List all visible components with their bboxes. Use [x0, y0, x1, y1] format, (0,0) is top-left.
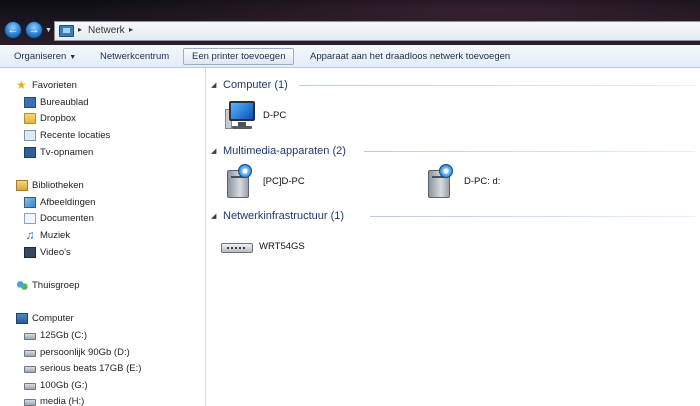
documents-icon — [24, 213, 36, 224]
device-label: D-PC — [263, 110, 287, 121]
media-device-icon — [426, 164, 456, 200]
breadcrumb-separator-icon[interactable]: ▸ — [78, 25, 82, 34]
libraries-icon — [16, 180, 28, 191]
recent-places-icon — [24, 130, 36, 141]
router-icon — [221, 240, 253, 254]
organize-button[interactable]: Organiseren ▼ — [6, 48, 84, 65]
recent-pages-dropdown-icon[interactable]: ▼ — [45, 26, 54, 35]
collapse-group-icon[interactable]: ◢ — [211, 212, 220, 221]
media-device-icon — [225, 164, 255, 200]
sidebar-item-label: Afbeeldingen — [40, 197, 96, 208]
sidebar-item-label: persoonlijk 90Gb (D:) — [40, 347, 130, 358]
hard-drive-icon — [24, 383, 36, 390]
sidebar-item-label: media (H:) — [40, 396, 85, 406]
group-divider — [299, 85, 695, 86]
sidebar-item-label: 125Gb (C:) — [40, 330, 87, 341]
device-tile-media-2[interactable]: D-PC: d: — [422, 163, 622, 203]
folder-icon — [24, 113, 36, 124]
content-pane: ◢ Computer (1) D-PC ◢ Multimedia-apparat… — [207, 68, 700, 406]
sidebar-item-label: Tv-opnamen — [40, 147, 94, 158]
sidebar-item-label: Thuisgroep — [32, 280, 80, 291]
device-label: D-PC: d: — [464, 176, 501, 187]
sidebar-item-label: serious beats 17GB (E:) — [40, 363, 142, 374]
navigation-pane: ★ Favorieten Bureaublad Dropbox Recente … — [0, 68, 206, 406]
sidebar-item-label: Recente locaties — [40, 130, 111, 141]
breadcrumb-network[interactable]: Netwerk — [88, 25, 125, 36]
add-wireless-device-button[interactable]: Apparaat aan het draadloos netwerk toevo… — [302, 48, 518, 65]
sidebar-item-label: Muziek — [40, 230, 71, 241]
network-center-button[interactable]: Netwerkcentrum — [92, 48, 177, 65]
device-tile-d-pc[interactable]: D-PC — [221, 97, 421, 137]
sidebar-item-label: Bibliotheken — [32, 180, 84, 191]
group-header-computer[interactable]: Computer (1) — [223, 77, 288, 93]
forward-button[interactable]: → — [25, 21, 43, 39]
pictures-icon — [24, 197, 36, 208]
group-header-infrastructure[interactable]: Netwerkinfrastructuur (1) — [223, 208, 344, 224]
address-bar[interactable]: ▸ Netwerk ▸ — [54, 21, 700, 41]
music-icon: ♫ — [25, 228, 35, 242]
sidebar-item-label: Documenten — [40, 213, 94, 224]
sidebar-item-label: Video's — [40, 247, 71, 258]
hard-drive-icon — [24, 333, 36, 340]
collapse-group-icon[interactable]: ◢ — [211, 81, 220, 90]
homegroup-icon — [16, 280, 28, 291]
chevron-down-icon: ▼ — [69, 54, 77, 61]
title-bar: ← → ▼ ▸ Netwerk ▸ — [0, 0, 700, 45]
device-label: WRT54GS — [259, 241, 305, 252]
device-tile-router[interactable]: WRT54GS — [217, 228, 417, 268]
sidebar-item-label: Bureaublad — [40, 97, 89, 108]
group-divider — [370, 216, 695, 217]
hard-drive-icon — [24, 399, 36, 406]
device-tile-media-1[interactable]: [PC]D-PC — [221, 163, 421, 203]
videos-icon — [24, 247, 36, 258]
group-header-multimedia[interactable]: Multimedia-apparaten (2) — [223, 143, 346, 159]
collapse-group-icon[interactable]: ◢ — [211, 147, 220, 156]
tv-icon — [24, 147, 36, 158]
sidebar-item-label: Favorieten — [32, 80, 77, 91]
group-divider — [364, 151, 695, 152]
computer-icon — [225, 101, 257, 131]
star-icon: ★ — [16, 78, 27, 92]
add-printer-button[interactable]: Een printer toevoegen — [183, 48, 295, 65]
network-location-icon — [59, 25, 74, 37]
device-label: [PC]D-PC — [263, 176, 305, 187]
computer-icon — [16, 313, 28, 324]
hard-drive-icon — [24, 366, 36, 373]
organize-label: Organiseren — [14, 51, 67, 62]
back-button[interactable]: ← — [4, 21, 22, 39]
sidebar-item-label: 100Gb (G:) — [40, 380, 88, 391]
command-bar: Organiseren ▼ Netwerkcentrum Een printer … — [0, 45, 700, 68]
hard-drive-icon — [24, 350, 36, 357]
sidebar-item-label: Computer — [32, 313, 74, 324]
desktop-icon — [24, 97, 36, 108]
sidebar-item-label: Dropbox — [40, 113, 76, 124]
breadcrumb-separator-icon[interactable]: ▸ — [129, 25, 133, 34]
